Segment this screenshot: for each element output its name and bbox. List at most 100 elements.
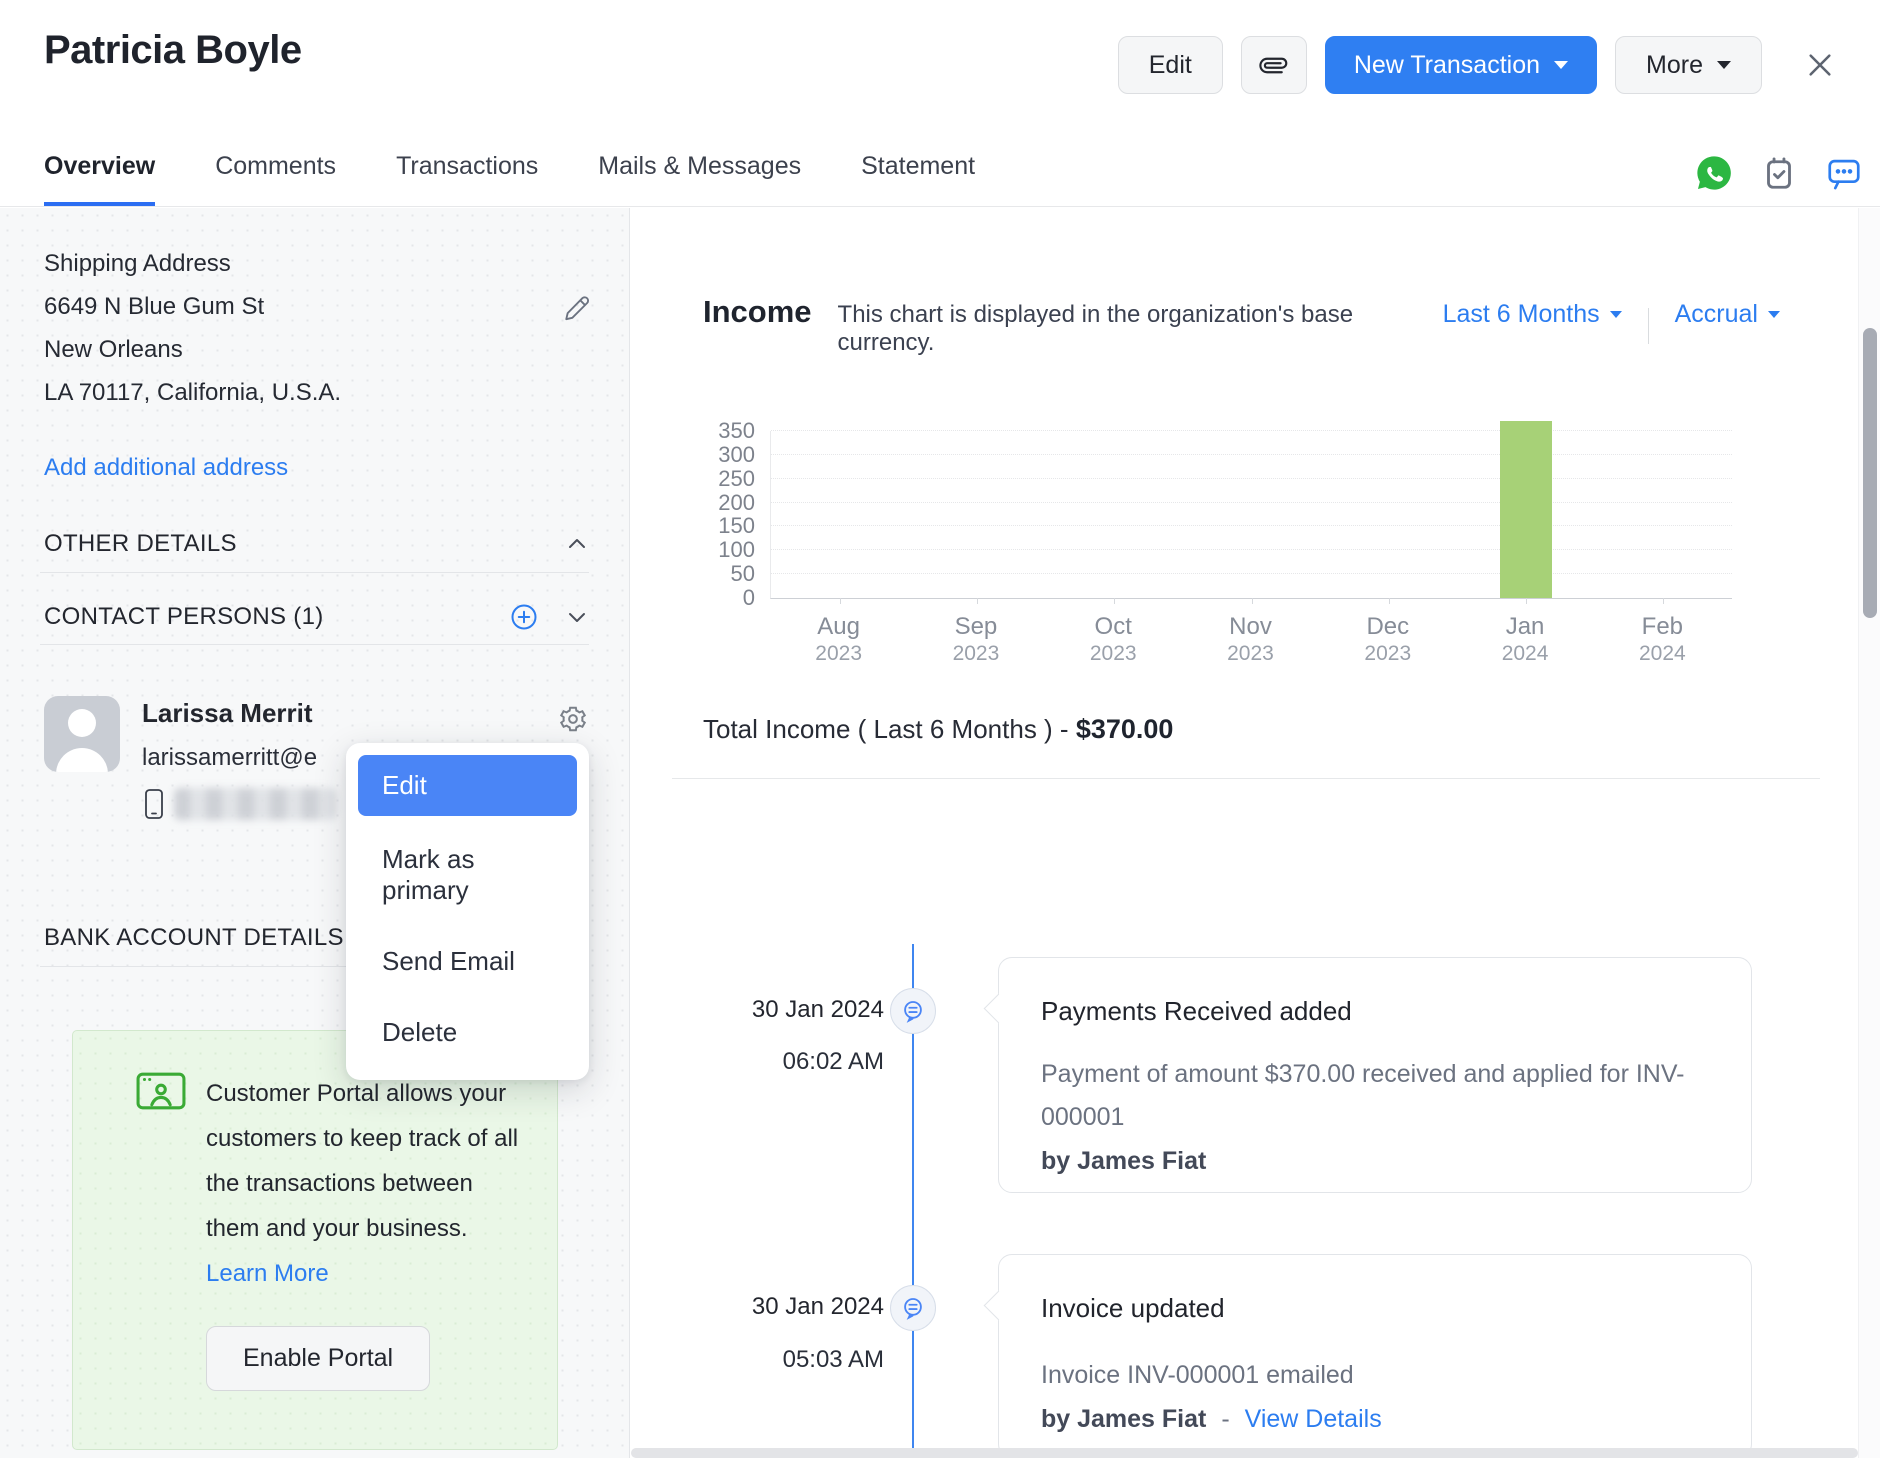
timeline-card-body: Invoice INV-000001 emailed [1041, 1354, 1709, 1397]
timeline-card: Invoice updated Invoice INV-000001 email… [998, 1254, 1752, 1458]
y-axis-tick-label: 50 [731, 561, 755, 587]
y-axis-tick-label: 200 [718, 490, 755, 516]
edit-button[interactable]: Edit [1118, 36, 1223, 94]
x-axis-tick [1526, 598, 1527, 604]
timeline-time: 06:02 AM [671, 1048, 884, 1076]
timeline-card-author-row: by James Fiat - View Details [1041, 1405, 1709, 1434]
menu-item-edit[interactable]: Edit [358, 755, 577, 816]
y-axis-tick-label: 150 [718, 513, 755, 539]
tab-comments[interactable]: Comments [215, 152, 336, 206]
tab-statement[interactable]: Statement [861, 152, 975, 206]
total-income-value: $370.00 [1076, 714, 1174, 744]
view-details-link[interactable]: View Details [1245, 1405, 1382, 1433]
basis-selector-dropdown[interactable]: Accrual [1675, 300, 1780, 329]
menu-item-mark-as-primary[interactable]: Mark as primary [358, 824, 577, 926]
x-axis-tick [840, 598, 841, 604]
x-label-year: 2023 [1182, 641, 1319, 667]
income-bar-chart: 050100150200250300350 Aug2023Sep2023Oct2… [770, 431, 1732, 683]
x-axis-tick [1252, 598, 1253, 604]
chat-feedback-icon[interactable] [1825, 154, 1863, 192]
contact-context-menu: Edit Mark as primary Send Email Delete [346, 743, 589, 1080]
add-contact-person-button[interactable] [509, 602, 539, 632]
author-link-separator: - [1221, 1405, 1229, 1433]
shipping-address-line: 6649 N Blue Gum St [44, 285, 341, 328]
chevron-down-icon [1768, 311, 1780, 318]
enable-portal-button[interactable]: Enable Portal [206, 1326, 430, 1391]
total-income-row: Total Income ( Last 6 Months ) - $370.00 [703, 714, 1173, 745]
x-label-year: 2023 [907, 641, 1044, 667]
vertical-scrollbar-track [1858, 208, 1880, 1458]
page-header: Patricia Boyle Edit New Transaction More [0, 0, 1880, 140]
paperclip-icon [1255, 46, 1293, 84]
shipping-address-line: New Orleans [44, 328, 341, 371]
shipping-address-line: LA 70117, California, U.S.A. [44, 371, 341, 414]
chevron-down-icon [1610, 311, 1622, 318]
close-button[interactable] [1804, 49, 1836, 81]
y-axis-tick-label: 250 [718, 466, 755, 492]
timeline-card-author: by James Fiat [1041, 1147, 1709, 1176]
chart-bar[interactable] [1500, 421, 1552, 598]
tab-transactions[interactable]: Transactions [396, 152, 538, 206]
page-title: Patricia Boyle [44, 28, 302, 73]
selector-divider [1648, 308, 1649, 344]
menu-item-send-email[interactable]: Send Email [358, 926, 577, 997]
x-axis-label: Oct2023 [1045, 613, 1182, 667]
chart-plot-area: 050100150200250300350 [770, 431, 1732, 599]
learn-more-link[interactable]: Learn More [206, 1260, 329, 1287]
avatar-body [56, 748, 108, 772]
timeline-card-title: Payments Received added [1041, 996, 1709, 1027]
shipping-address-title: Shipping Address [44, 242, 341, 285]
contact-persons-header: CONTACT PERSONS (1) [44, 602, 589, 632]
chart-gridline [771, 478, 1732, 479]
other-details-heading: OTHER DETAILS [44, 530, 237, 558]
contact-phone-redacted [174, 788, 336, 820]
add-additional-address-link[interactable]: Add additional address [44, 454, 288, 482]
bank-account-details-heading: BANK ACCOUNT DETAILS [44, 924, 344, 952]
timeline-card-title: Invoice updated [1041, 1293, 1709, 1324]
edit-button-label: Edit [1149, 51, 1192, 80]
range-selector-dropdown[interactable]: Last 6 Months [1443, 300, 1622, 329]
chart-gridline [771, 502, 1732, 503]
mobile-phone-icon [144, 788, 164, 820]
chart-gridline [771, 549, 1732, 550]
horizontal-scrollbar[interactable] [631, 1448, 1858, 1458]
chart-gridline [771, 525, 1732, 526]
customer-detail-page: Patricia Boyle Edit New Transaction More [0, 0, 1880, 1458]
edit-address-pencil-icon[interactable] [563, 294, 591, 322]
menu-item-delete[interactable]: Delete [358, 997, 577, 1068]
comment-icon [900, 998, 926, 1024]
x-label-month: Jan [1456, 613, 1593, 641]
x-label-month: Aug [770, 613, 907, 641]
basis-selector-label: Accrual [1675, 300, 1758, 329]
x-label-month: Nov [1182, 613, 1319, 641]
x-label-month: Sep [907, 613, 1044, 641]
contact-settings-gear-icon[interactable] [558, 704, 588, 734]
customer-portal-text: Customer Portal allows your customers to… [206, 1071, 519, 1296]
contact-person-name: Larissa Merrit [142, 698, 313, 729]
whatsapp-icon[interactable] [1695, 154, 1733, 192]
chart-x-axis-labels: Aug2023Sep2023Oct2023Nov2023Dec2023Jan20… [770, 613, 1732, 683]
more-button[interactable]: More [1615, 36, 1762, 94]
portal-description: Customer Portal allows your customers to… [206, 1080, 518, 1242]
y-axis-tick-label: 0 [743, 585, 755, 611]
chart-gridline [771, 454, 1732, 455]
contact-persons-heading: CONTACT PERSONS (1) [44, 603, 324, 631]
more-button-label: More [1646, 51, 1703, 80]
vertical-scrollbar-thumb[interactable] [1863, 328, 1877, 618]
attachments-button[interactable] [1241, 36, 1307, 94]
tab-mails-messages[interactable]: Mails & Messages [598, 152, 801, 206]
other-details-header: OTHER DETAILS [44, 530, 589, 558]
expand-chevron-down-icon[interactable] [565, 605, 589, 629]
x-label-month: Oct [1045, 613, 1182, 641]
collapse-chevron-up-icon[interactable] [565, 532, 589, 556]
timeline-card-body: Payment of amount $370.00 received and a… [1041, 1053, 1709, 1139]
timeline-event-badge [890, 988, 936, 1034]
tasks-clipboard-icon[interactable] [1761, 155, 1797, 191]
x-axis-label: Aug2023 [770, 613, 907, 667]
chevron-down-icon [1554, 61, 1568, 69]
income-title: Income [703, 294, 812, 330]
x-label-year: 2024 [1594, 641, 1731, 667]
new-transaction-button[interactable]: New Transaction [1325, 36, 1597, 94]
tab-overview[interactable]: Overview [44, 152, 155, 206]
x-axis-tick [1389, 598, 1390, 604]
